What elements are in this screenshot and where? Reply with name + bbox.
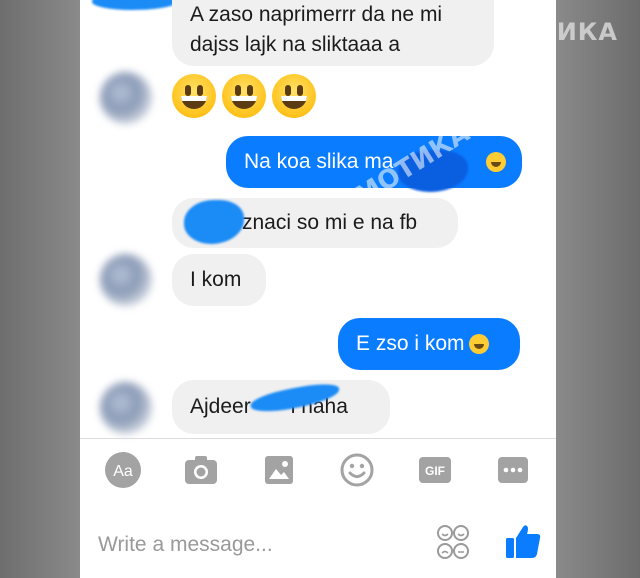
redaction-scribble [92,0,180,10]
grinning-emoji-icon [222,74,266,118]
text-style-button[interactable]: Aa [103,450,143,490]
aa-label: Aa [113,463,133,480]
emoji-message [172,74,322,123]
photo-border-left [0,0,80,578]
message-line: A zaso naprimerrr da ne mi [190,3,443,26]
more-icon [498,457,528,483]
message-text: E zso i kom [356,332,465,355]
emoji-picker-button[interactable] [436,524,470,560]
message-text: znaci so mi e na fb [242,211,418,234]
message-line: dajss lajk na sliktaaa a [190,33,401,56]
composer [80,510,556,578]
aa-icon: Aa [105,452,141,488]
message-incoming: A zaso naprimerrr da ne mi dajss lajk na… [172,0,494,66]
camera-button[interactable] [181,450,221,490]
grinning-emoji-icon [486,152,506,172]
emoji-grid-icon [437,525,469,559]
message-text: I kom [190,268,242,291]
camera-icon [185,456,217,484]
message-incoming: I kom [172,254,266,306]
avatar[interactable] [100,382,152,434]
messenger-screen: A zaso naprimerrr da ne mi dajss lajk na… [80,0,556,578]
avatar[interactable] [100,72,152,124]
message-text: Ajdeer [190,395,251,418]
composer-toolbar: Aa GIF [80,439,556,501]
image-icon [265,456,293,484]
message-input[interactable] [96,524,420,566]
photo-border-right [556,0,640,578]
more-button[interactable] [493,450,533,490]
message-text: Na koa slika ma [244,150,394,173]
smiley-icon [340,453,374,487]
grinning-emoji-icon [172,74,216,118]
gallery-button[interactable] [259,450,299,490]
avatar[interactable] [100,254,152,306]
sticker-button[interactable] [337,450,377,490]
laughing-emoji-icon [468,334,489,355]
gif-icon: GIF [419,457,451,483]
thumbs-up-icon [506,525,541,558]
gif-label: GIF [425,464,445,478]
grinning-emoji-icon [272,74,316,118]
conversation: A zaso naprimerrr da ne mi dajss lajk na… [80,0,556,438]
gif-button[interactable]: GIF [415,450,455,490]
message-outgoing: E zso i kom [338,318,520,370]
like-button[interactable] [504,522,542,560]
